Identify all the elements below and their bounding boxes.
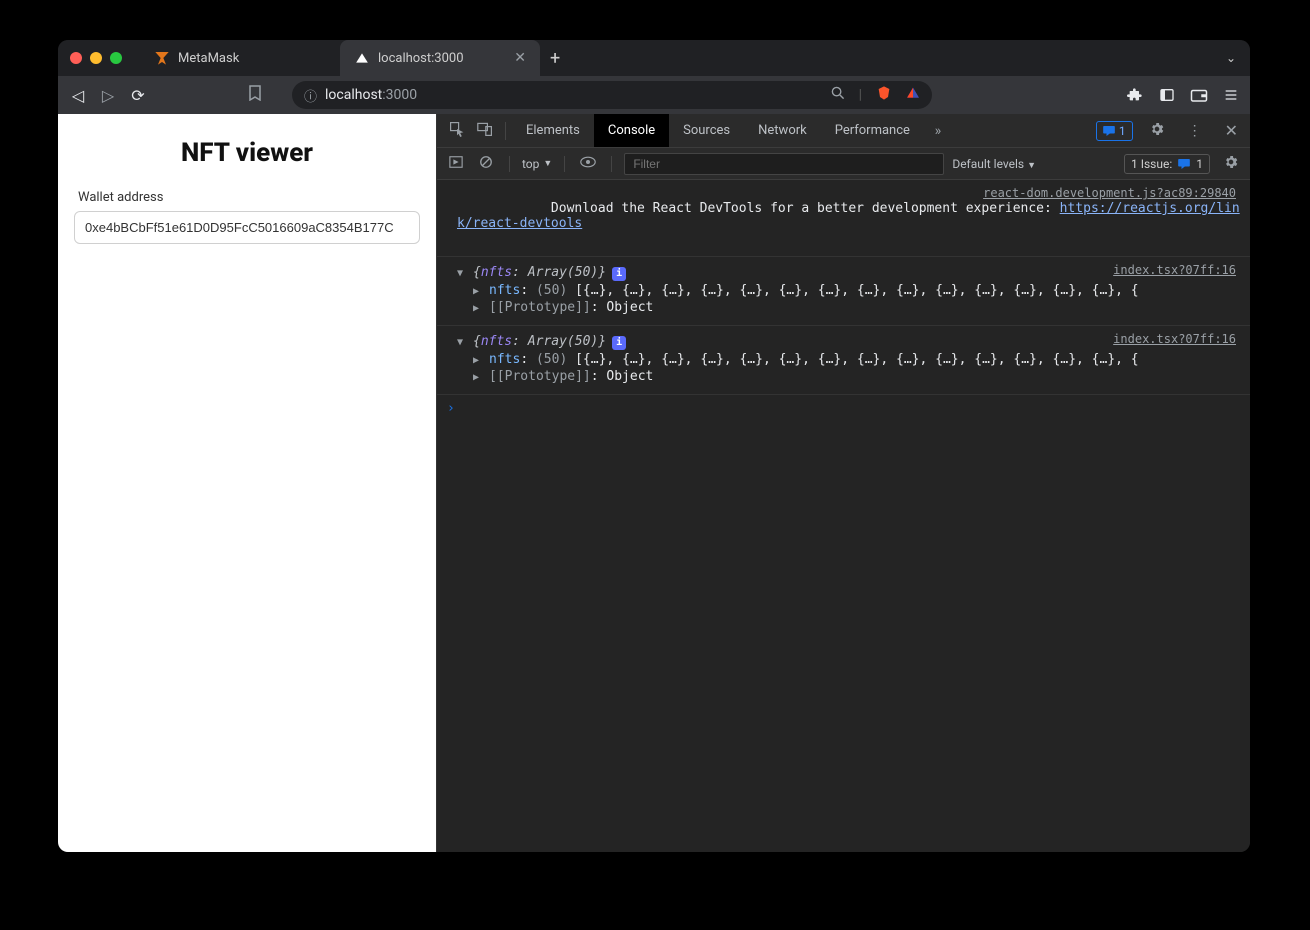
page-title: NFT viewer bbox=[74, 138, 420, 168]
wallet-address-input[interactable] bbox=[74, 211, 420, 244]
live-expression-icon[interactable] bbox=[577, 155, 599, 172]
message-body: Download the React DevTools for a better… bbox=[551, 201, 1060, 216]
address-bar[interactable]: ⓘ localhost:3000 | bbox=[292, 81, 932, 109]
object-prototype-row[interactable]: [[Prototype]]: Object bbox=[457, 369, 1240, 384]
tab-elements[interactable]: Elements bbox=[512, 114, 594, 147]
object-property-row[interactable]: nfts: (50) [{…}, {…}, {…}, {…}, {…}, {…}… bbox=[457, 283, 1240, 298]
console-message: react-dom.development.js?ac89:29840 Down… bbox=[437, 180, 1250, 257]
expand-arrow-icon[interactable] bbox=[473, 352, 485, 367]
metamask-icon bbox=[154, 50, 170, 66]
console-output: react-dom.development.js?ac89:29840 Down… bbox=[437, 180, 1250, 852]
issue-count: 1 bbox=[1196, 157, 1203, 171]
console-prompt[interactable]: › bbox=[437, 395, 1250, 422]
bookmark-icon[interactable] bbox=[248, 85, 262, 105]
url-host: localhost bbox=[325, 87, 382, 103]
url-text: localhost:3000 bbox=[325, 87, 417, 103]
extensions-icon[interactable] bbox=[1126, 86, 1144, 104]
close-tab-icon[interactable]: ✕ bbox=[514, 50, 526, 66]
tab-metamask[interactable]: MetaMask bbox=[140, 40, 340, 76]
tab-console[interactable]: Console bbox=[594, 114, 669, 147]
console-settings-icon[interactable] bbox=[1220, 154, 1242, 173]
brave-shields-icon[interactable] bbox=[876, 85, 892, 105]
url-port: :3000 bbox=[382, 87, 417, 103]
devtools-settings-icon[interactable] bbox=[1143, 121, 1171, 141]
titlebar: MetaMask localhost:3000 ✕ + ⌄ bbox=[58, 40, 1250, 76]
info-badge-icon[interactable]: i bbox=[612, 336, 626, 350]
page-content: NFT viewer Wallet address bbox=[58, 114, 436, 852]
issue-label: 1 Issue: bbox=[1131, 157, 1172, 171]
devtools-panel: Elements Console Sources Network Perform… bbox=[436, 114, 1250, 852]
clear-console-icon[interactable] bbox=[475, 155, 497, 172]
devtools-menu-icon[interactable]: ⋮ bbox=[1181, 123, 1209, 139]
expand-arrow-icon[interactable] bbox=[457, 265, 469, 280]
window-controls bbox=[70, 52, 122, 64]
message-source-link[interactable]: index.tsx?07ff:16 bbox=[1113, 332, 1236, 346]
content-area: NFT viewer Wallet address Elements Conso… bbox=[58, 114, 1250, 852]
chevron-down-icon: ▼ bbox=[1027, 161, 1036, 171]
toolbar-right bbox=[1126, 86, 1240, 104]
tab-localhost[interactable]: localhost:3000 ✕ bbox=[340, 40, 540, 76]
vercel-icon bbox=[354, 50, 370, 66]
info-badge-icon[interactable]: i bbox=[612, 267, 626, 281]
search-icon[interactable] bbox=[831, 86, 845, 104]
tab-performance[interactable]: Performance bbox=[821, 114, 924, 147]
back-button[interactable]: ◁ bbox=[68, 86, 88, 105]
console-toolbar: top ▼ Default levels ▼ 1 Issue: bbox=[437, 148, 1250, 180]
expand-arrow-icon[interactable] bbox=[473, 283, 485, 298]
execution-context-selector[interactable]: top ▼ bbox=[522, 157, 552, 171]
object-prototype-row[interactable]: [[Prototype]]: Object bbox=[457, 300, 1240, 315]
tab-sources[interactable]: Sources bbox=[669, 114, 744, 147]
inspect-element-icon[interactable] bbox=[443, 121, 471, 141]
brave-rewards-icon[interactable] bbox=[906, 86, 920, 104]
site-info-icon[interactable]: ⓘ bbox=[304, 86, 317, 105]
console-message-badge[interactable]: 1 bbox=[1096, 121, 1133, 141]
console-sidebar-toggle-icon[interactable] bbox=[445, 155, 467, 172]
message-source-link[interactable]: react-dom.development.js?ac89:29840 bbox=[983, 186, 1236, 200]
devtools-tabs: Elements Console Sources Network Perform… bbox=[437, 114, 1250, 148]
minimize-window-button[interactable] bbox=[90, 52, 102, 64]
device-toolbar-icon[interactable] bbox=[471, 121, 499, 141]
close-window-button[interactable] bbox=[70, 52, 82, 64]
wallet-address-label: Wallet address bbox=[78, 190, 420, 205]
tab-network[interactable]: Network bbox=[744, 114, 821, 147]
context-label: top bbox=[522, 157, 539, 171]
console-log-entry: index.tsx?07ff:16 {nfts: Array(50)}i nft… bbox=[437, 257, 1250, 326]
more-tabs-icon[interactable]: » bbox=[924, 123, 952, 139]
tab-label: localhost:3000 bbox=[378, 51, 464, 66]
new-tab-button[interactable]: + bbox=[540, 40, 570, 76]
address-bar-row: ◁ ▷ ⟳ ⓘ localhost:3000 | bbox=[58, 76, 1250, 114]
wallet-icon[interactable] bbox=[1190, 86, 1208, 104]
console-filter-input[interactable] bbox=[624, 153, 944, 175]
badge-count: 1 bbox=[1119, 124, 1126, 138]
expand-arrow-icon[interactable] bbox=[473, 300, 485, 315]
tab-label: MetaMask bbox=[178, 51, 239, 66]
browser-tabs: MetaMask localhost:3000 ✕ + bbox=[140, 40, 1250, 76]
devtools-close-icon[interactable]: ✕ bbox=[1219, 121, 1244, 140]
expand-arrow-icon[interactable] bbox=[473, 369, 485, 384]
forward-button[interactable]: ▷ bbox=[98, 86, 118, 105]
menu-icon[interactable] bbox=[1222, 86, 1240, 104]
reload-button[interactable]: ⟳ bbox=[128, 86, 148, 105]
issues-badge[interactable]: 1 Issue: 1 bbox=[1124, 154, 1210, 174]
window-more-icon[interactable]: ⌄ bbox=[1226, 51, 1236, 65]
object-property-row[interactable]: nfts: (50) [{…}, {…}, {…}, {…}, {…}, {…}… bbox=[457, 352, 1240, 367]
log-levels-selector[interactable]: Default levels ▼ bbox=[952, 157, 1036, 171]
sidepanel-icon[interactable] bbox=[1158, 86, 1176, 104]
levels-label: Default levels bbox=[952, 157, 1024, 171]
chevron-down-icon: ▼ bbox=[543, 158, 552, 169]
maximize-window-button[interactable] bbox=[110, 52, 122, 64]
console-log-entry: index.tsx?07ff:16 {nfts: Array(50)}i nft… bbox=[437, 326, 1250, 395]
browser-window: MetaMask localhost:3000 ✕ + ⌄ ◁ ▷ ⟳ ⓘ lo… bbox=[58, 40, 1250, 852]
expand-arrow-icon[interactable] bbox=[457, 334, 469, 349]
message-source-link[interactable]: index.tsx?07ff:16 bbox=[1113, 263, 1236, 277]
